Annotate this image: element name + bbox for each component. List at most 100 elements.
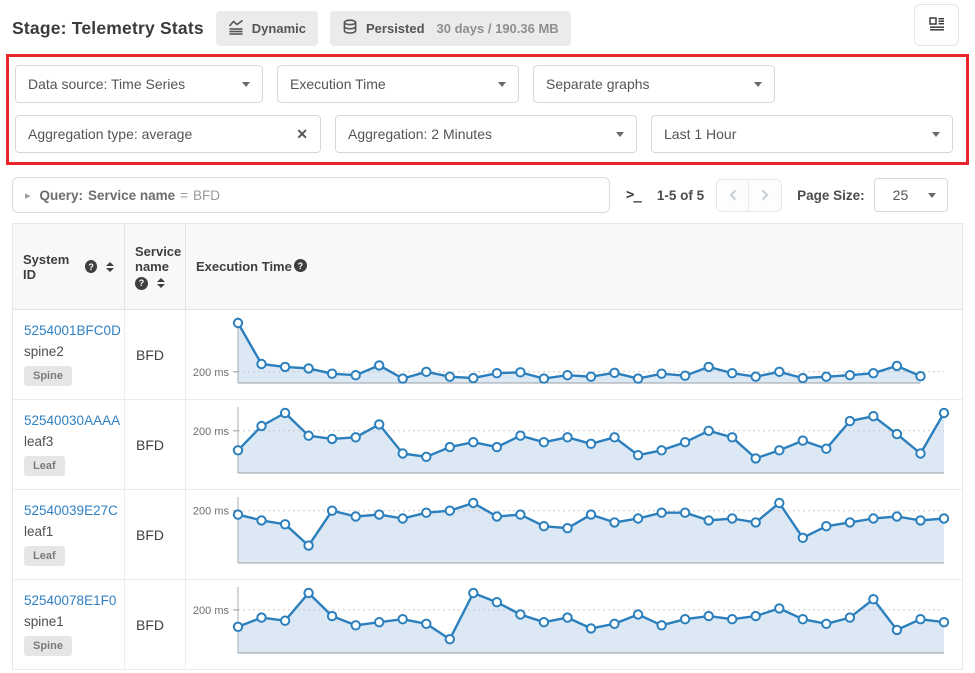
system-id-link[interactable]: 52540030AAAA xyxy=(24,413,114,428)
hostname-label: leaf1 xyxy=(24,524,114,539)
query-toolbar: ▸ Query: Service name = BFD >_ 1-5 of 5 … xyxy=(12,177,963,213)
graph-mode-value: Separate graphs xyxy=(546,76,650,92)
aggregation-type-value: Aggregation type: average xyxy=(28,126,192,142)
pagination-controls xyxy=(716,179,782,212)
layout-icon xyxy=(928,16,946,35)
aggregation-type-dropdown[interactable]: Aggregation type: average ✕ xyxy=(15,115,321,153)
execution-time-chart[interactable]: 200 ms xyxy=(186,401,958,489)
data-source-dropdown[interactable]: Data source: Time Series xyxy=(15,65,263,103)
column-header-service-name[interactable]: Service name ? xyxy=(125,224,186,310)
persisted-button-label: Persisted xyxy=(366,21,425,36)
system-id-cell: 52540030AAAA leaf3 Leaf xyxy=(13,400,125,490)
service-name-cell: BFD xyxy=(125,400,186,490)
dynamic-button[interactable]: Dynamic xyxy=(216,11,318,46)
service-name-label: BFD xyxy=(136,347,164,363)
page-size-value: 25 xyxy=(893,187,909,203)
next-page-button[interactable] xyxy=(749,180,781,211)
aggregation-value: Aggregation: 2 Minutes xyxy=(348,126,492,142)
role-badge: Leaf xyxy=(24,456,65,476)
chevron-down-icon xyxy=(932,132,940,137)
system-id-cell: 52540039E27C leaf1 Leaf xyxy=(13,490,125,580)
chart-cell: 200 ms xyxy=(186,580,962,670)
service-name-label: BFD xyxy=(136,437,164,453)
hostname-label: spine1 xyxy=(24,614,114,629)
service-name-label: BFD xyxy=(136,617,164,633)
hostname-label: leaf3 xyxy=(24,434,114,449)
service-name-cell: BFD xyxy=(125,490,186,580)
table-body: 5254001BFC0D spine2 Spine BFD 200 ms 525… xyxy=(13,310,962,670)
sort-icon[interactable] xyxy=(106,262,114,272)
column-label: Service name xyxy=(135,244,181,274)
chevron-down-icon xyxy=(242,82,250,87)
column-label: System ID xyxy=(23,252,80,282)
time-range-dropdown[interactable]: Last 1 Hour xyxy=(651,115,953,153)
page-size-dropdown[interactable]: 25 xyxy=(874,178,948,212)
data-source-value: Data source: Time Series xyxy=(28,76,185,92)
column-header-execution-time: Execution Time ? xyxy=(186,224,962,310)
hostname-label: spine2 xyxy=(24,344,114,359)
svg-text:200 ms: 200 ms xyxy=(193,366,230,378)
column-label: Execution Time xyxy=(196,259,292,274)
chevron-down-icon xyxy=(754,82,762,87)
prev-page-button[interactable] xyxy=(717,180,749,211)
chart-cell: 200 ms xyxy=(186,310,962,400)
terminal-query-icon[interactable]: >_ xyxy=(626,187,641,203)
execution-time-chart[interactable]: 200 ms xyxy=(186,491,958,579)
page-title: Stage: Telemetry Stats xyxy=(12,18,204,39)
query-operator: = xyxy=(180,188,188,203)
system-id-link[interactable]: 52540039E27C xyxy=(24,503,114,518)
query-value: BFD xyxy=(193,188,220,203)
table-header: System ID ? Service name ? Execution Tim… xyxy=(13,224,962,310)
service-name-label: BFD xyxy=(136,527,164,543)
system-id-link[interactable]: 5254001BFC0D xyxy=(24,323,114,338)
system-id-cell: 52540078E1F0 spine1 Spine xyxy=(13,580,125,670)
persisted-button[interactable]: Persisted 30 days / 190.36 MB xyxy=(330,11,571,46)
role-badge: Spine xyxy=(24,636,72,656)
system-id-link[interactable]: 52540078E1F0 xyxy=(24,593,114,608)
graph-mode-dropdown[interactable]: Separate graphs xyxy=(533,65,775,103)
chevron-down-icon xyxy=(498,82,506,87)
query-field: Service name xyxy=(88,188,175,203)
service-name-cell: BFD xyxy=(125,580,186,670)
chevron-down-icon xyxy=(616,132,624,137)
dynamic-button-label: Dynamic xyxy=(252,21,306,36)
chevron-down-icon xyxy=(928,193,936,198)
help-icon[interactable]: ? xyxy=(135,277,148,290)
caret-right-icon: ▸ xyxy=(25,189,31,202)
results-range: 1-5 of 5 xyxy=(657,188,704,203)
highlighted-filter-box: Data source: Time Series Execution Time … xyxy=(6,54,969,165)
persisted-detail: 30 days / 190.36 MB xyxy=(437,21,559,36)
query-expander[interactable]: ▸ Query: Service name = BFD xyxy=(12,177,610,213)
table-row: 52540039E27C leaf1 Leaf BFD 200 ms xyxy=(13,490,962,580)
close-icon[interactable]: ✕ xyxy=(296,126,308,143)
dynamic-chart-icon xyxy=(228,19,244,38)
role-badge: Spine xyxy=(24,366,72,386)
service-name-cell: BFD xyxy=(125,310,186,400)
page-size-label: Page Size: xyxy=(797,188,865,203)
chart-cell: 200 ms xyxy=(186,400,962,490)
help-icon[interactable]: ? xyxy=(294,259,307,272)
table-row: 52540030AAAA leaf3 Leaf BFD 200 ms xyxy=(13,400,962,490)
layout-toggle-button[interactable] xyxy=(914,4,959,46)
chart-cell: 200 ms xyxy=(186,490,962,580)
svg-text:200 ms: 200 ms xyxy=(193,604,230,616)
system-id-cell: 5254001BFC0D spine2 Spine xyxy=(13,310,125,400)
svg-text:200 ms: 200 ms xyxy=(193,425,230,437)
table-row: 5254001BFC0D spine2 Spine BFD 200 ms xyxy=(13,310,962,400)
database-icon xyxy=(342,19,358,38)
aggregation-dropdown[interactable]: Aggregation: 2 Minutes xyxy=(335,115,637,153)
svg-text:200 ms: 200 ms xyxy=(193,505,230,517)
query-prefix: Query: xyxy=(40,188,84,203)
execution-time-chart[interactable]: 200 ms xyxy=(186,581,958,669)
role-badge: Leaf xyxy=(24,546,65,566)
telemetry-table: System ID ? Service name ? Execution Tim… xyxy=(12,223,963,670)
metric-value: Execution Time xyxy=(290,76,386,92)
column-header-system-id[interactable]: System ID ? xyxy=(13,224,125,310)
page-header: Stage: Telemetry Stats Dynamic Persisted… xyxy=(0,0,975,46)
time-range-value: Last 1 Hour xyxy=(664,126,736,142)
sort-icon[interactable] xyxy=(157,278,165,288)
metric-dropdown[interactable]: Execution Time xyxy=(277,65,519,103)
execution-time-chart[interactable]: 200 ms xyxy=(186,311,958,399)
help-icon[interactable]: ? xyxy=(85,260,97,273)
table-row: 52540078E1F0 spine1 Spine BFD 200 ms xyxy=(13,580,962,670)
